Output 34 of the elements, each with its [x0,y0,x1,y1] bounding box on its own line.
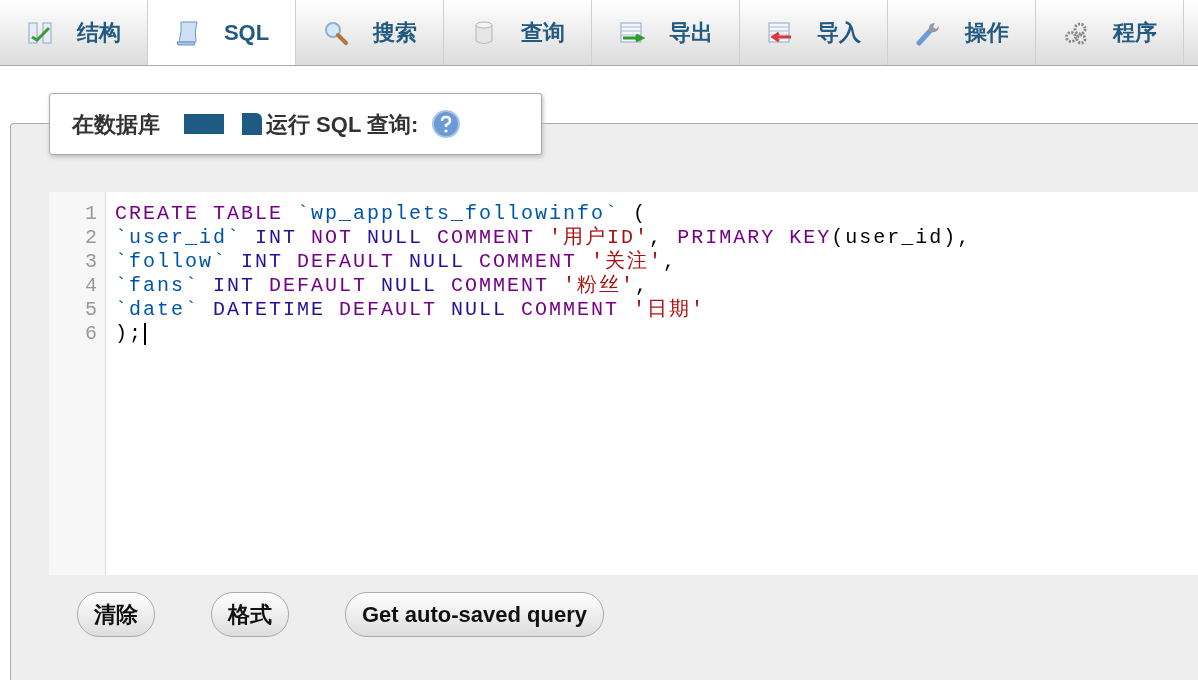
tab[interactable]: 查询 [444,0,592,65]
tab[interactable]: 程序 [1036,0,1184,65]
export-icon [618,19,645,46]
tab[interactable]: 导出 [592,0,740,65]
code-line: `user_id` INT NOT NULL COMMENT '用户ID', PRIMARY KEY(user_id), [115,226,972,250]
legend-text: 在数据库 [72,110,160,139]
code-line: `follow` INT DEFAULT NULL COMMENT '关注', [115,250,679,274]
tab[interactable]: SQL [148,0,296,65]
action-button[interactable]: 格式 [211,592,289,637]
search-icon [322,19,349,46]
line-number: 4 [85,274,97,298]
code-line: `fans` INT DEFAULT NULL COMMENT '粉丝', [115,274,651,298]
code-line: `date` DATETIME DEFAULT NULL COMMENT '日期' [115,298,707,322]
sql-editor[interactable] [49,192,1198,575]
line-number: 3 [85,250,97,274]
line-number: 6 [85,322,97,346]
text-cursor [144,323,146,345]
help-icon[interactable] [432,110,461,138]
import-icon [766,19,793,46]
line-number: 2 [85,226,97,250]
redaction-mark [242,113,262,135]
line-number: 5 [85,298,97,322]
scroll-icon [173,19,200,46]
redaction-mark [184,114,224,134]
tab[interactable]: 搜索 [296,0,444,65]
tab[interactable]: 操作 [888,0,1036,65]
code-line: CREATE TABLE `wp_applets_followinfo` ( [115,202,649,226]
code-line: ); [115,322,972,346]
action-button[interactable]: Get auto-saved query [345,592,604,637]
line-number: 1 [85,202,97,226]
action-button[interactable]: 清除 [77,592,155,637]
tab[interactable]: 导入 [740,0,888,65]
legend-text: 运行 SQL 查询: [266,110,419,139]
table-check-icon [26,19,53,46]
